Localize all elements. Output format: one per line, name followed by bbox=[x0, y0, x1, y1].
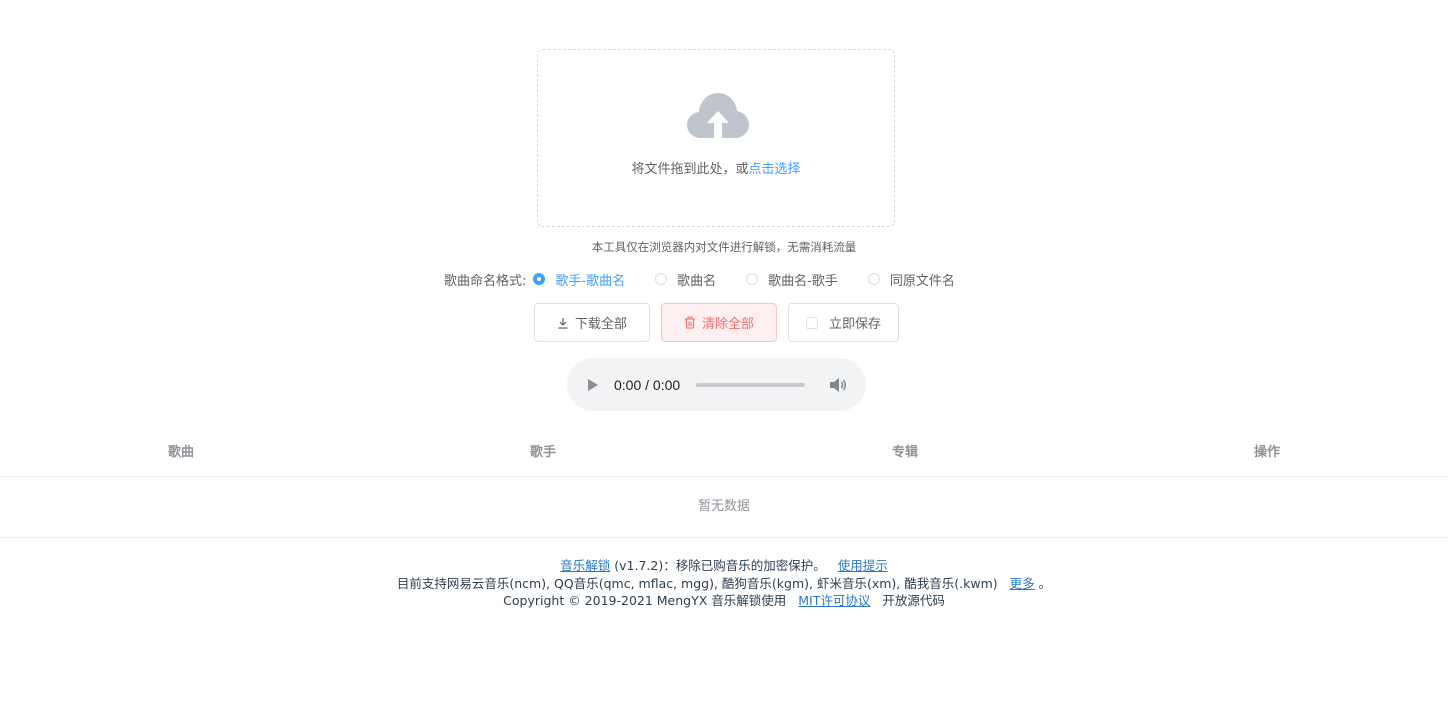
copyright-text: Copyright © 2019-2021 MengYX 音乐解锁使用 bbox=[503, 593, 787, 608]
radio-unchecked-icon bbox=[655, 273, 668, 285]
column-header-actions: 操作 bbox=[1253, 445, 1280, 460]
save-now-toggle[interactable]: 立即保存 bbox=[788, 303, 899, 342]
audio-time: 0:00 / 0:00 bbox=[614, 376, 681, 393]
radio-checked-icon bbox=[533, 273, 546, 285]
open-source-text: 开放源代码 bbox=[882, 593, 945, 608]
footer-line-2: 目前支持网易云音乐(ncm), QQ音乐(qmc, mflac, mgg), 酷… bbox=[0, 575, 1448, 593]
column-header-artist: 歌手 bbox=[529, 445, 556, 460]
download-all-button[interactable]: 下载全部 bbox=[534, 303, 650, 342]
upload-drag-text: 将文件拖到此处，或 bbox=[631, 162, 749, 177]
table-empty-text: 暂无数据 bbox=[0, 477, 1448, 538]
radio-unchecked-icon bbox=[867, 273, 880, 285]
radio-label: 歌曲名 bbox=[677, 273, 717, 289]
format-radio-title-artist[interactable]: 歌曲名-歌手 bbox=[746, 270, 838, 289]
footer-line-3: Copyright © 2019-2021 MengYX 音乐解锁使用 MIT许… bbox=[0, 592, 1448, 610]
footer-line-1: 音乐解锁 (v1.7.2)：移除已购音乐的加密保护。 使用提示 bbox=[0, 557, 1448, 575]
app-root: 将文件拖到此处，或点击选择 本工具仅在浏览器内对文件进行解锁，无需消耗流量 歌曲… bbox=[0, 0, 1448, 717]
song-table-header: 歌曲 歌手 专辑 操作 bbox=[0, 431, 1448, 477]
save-now-label: 立即保存 bbox=[828, 317, 881, 332]
upload-dropzone[interactable]: 将文件拖到此处，或点击选择 bbox=[537, 49, 895, 227]
cloud-upload-icon bbox=[687, 93, 749, 138]
column-header-album: 专辑 bbox=[891, 445, 918, 460]
mit-license-link[interactable]: MIT许可协议 bbox=[798, 593, 870, 608]
version-text: (v1.7.2)：移除已购音乐的加密保护。 bbox=[614, 558, 826, 573]
radio-label: 歌曲名-歌手 bbox=[768, 273, 838, 289]
radio-label: 歌手-歌曲名 bbox=[555, 273, 626, 289]
audio-progress-bar[interactable] bbox=[696, 382, 806, 387]
save-now-checkbox[interactable] bbox=[805, 316, 818, 329]
clear-all-label: 清除全部 bbox=[701, 317, 754, 332]
supported-formats-text: 目前支持网易云音乐(ncm), QQ音乐(qmc, mflac, mgg), 酷… bbox=[396, 575, 998, 591]
naming-format-group: 歌曲命名格式: 歌手-歌曲名 歌曲名 歌曲名-歌手 同原文件名 bbox=[444, 270, 985, 289]
supported-formats-end: 。 bbox=[1038, 575, 1052, 591]
format-radio-artist-title[interactable]: 歌手-歌曲名 bbox=[533, 270, 625, 289]
radio-unchecked-icon bbox=[746, 273, 759, 285]
footer: 音乐解锁 (v1.7.2)：移除已购音乐的加密保护。 使用提示 目前支持网易云音… bbox=[0, 557, 1448, 610]
clear-all-button[interactable]: 清除全部 bbox=[661, 303, 777, 342]
download-all-label: 下载全部 bbox=[574, 317, 627, 332]
volume-icon[interactable] bbox=[829, 377, 847, 393]
app-home-link[interactable]: 音乐解锁 bbox=[560, 558, 610, 573]
audio-player: 0:00 / 0:00 bbox=[567, 358, 866, 411]
download-icon bbox=[557, 317, 569, 329]
column-header-song: 歌曲 bbox=[167, 445, 194, 460]
usage-tips-link[interactable]: 使用提示 bbox=[838, 558, 888, 573]
more-formats-link[interactable]: 更多 bbox=[1010, 576, 1035, 591]
naming-format-label: 歌曲命名格式: bbox=[444, 273, 527, 289]
trash-icon bbox=[684, 316, 696, 329]
upload-pick-link[interactable]: 点击选择 bbox=[749, 162, 801, 177]
format-radio-title[interactable]: 歌曲名 bbox=[655, 270, 716, 289]
format-radio-original-filename[interactable]: 同原文件名 bbox=[867, 270, 955, 289]
radio-label: 同原文件名 bbox=[889, 273, 955, 289]
upload-tip: 本工具仅在浏览器内对文件进行解锁，无需消耗流量 bbox=[591, 240, 857, 254]
upload-instruction: 将文件拖到此处，或点击选择 bbox=[538, 158, 894, 177]
play-icon[interactable] bbox=[588, 378, 598, 391]
